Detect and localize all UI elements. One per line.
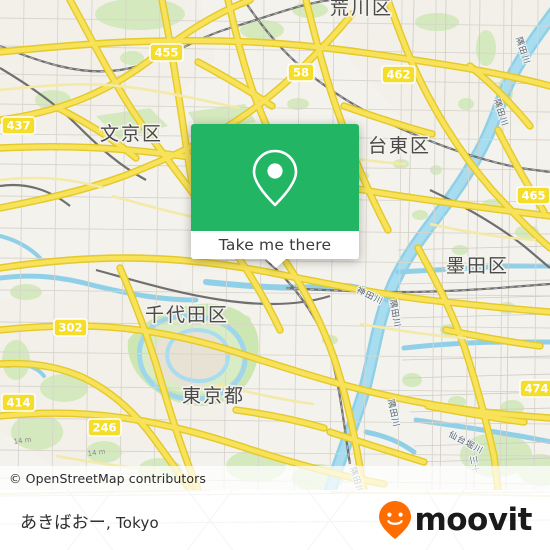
place-name-jp: あきばおー (20, 512, 106, 533)
callout-footer[interactable]: Take me there (191, 231, 359, 259)
take-me-there-callout[interactable]: Take me there (191, 124, 359, 268)
place-title-separator: , (106, 513, 116, 532)
take-me-there-label: Take me there (218, 236, 332, 254)
svg-text:414: 414 (6, 396, 30, 410)
callout-body: Take me there (191, 124, 359, 259)
footer-bar: あきばおー, Tokyo moovit (0, 490, 550, 550)
svg-text:荒川区: 荒川区 (330, 0, 393, 19)
svg-text:437: 437 (6, 119, 30, 133)
callout-pointer (265, 258, 287, 268)
svg-text:台東区: 台東区 (368, 135, 431, 157)
svg-text:58: 58 (293, 66, 309, 80)
svg-text:文京区: 文京区 (100, 123, 163, 145)
svg-text:246: 246 (92, 421, 116, 435)
svg-text:462: 462 (386, 68, 410, 82)
attribution-text: © OpenStreetMap contributors (9, 470, 207, 486)
map-attribution: © OpenStreetMap contributors (0, 466, 550, 490)
callout-header (191, 124, 359, 231)
moovit-logo[interactable]: moovit (378, 500, 532, 540)
svg-text:東京都: 東京都 (182, 385, 245, 407)
svg-text:474: 474 (524, 382, 548, 396)
place-city: Tokyo (115, 513, 159, 532)
place-title: あきばおー, Tokyo (20, 508, 159, 533)
moovit-place-card: 荒川区 文京区 台東区 墨田区 千代田区 東京都 隅田川 隅田川 神田川 隅田川… (0, 0, 550, 550)
svg-text:465: 465 (521, 189, 545, 203)
svg-text:302: 302 (58, 321, 82, 335)
svg-text:455: 455 (154, 46, 178, 60)
map-pin-icon (252, 149, 298, 206)
svg-text:千代田区: 千代田区 (145, 304, 229, 326)
moovit-wordmark: moovit (414, 501, 532, 538)
moovit-pin-smiley-icon (379, 501, 412, 539)
svg-text:墨田区: 墨田区 (446, 255, 509, 277)
footer-content: あきばおー, Tokyo moovit (0, 490, 550, 550)
